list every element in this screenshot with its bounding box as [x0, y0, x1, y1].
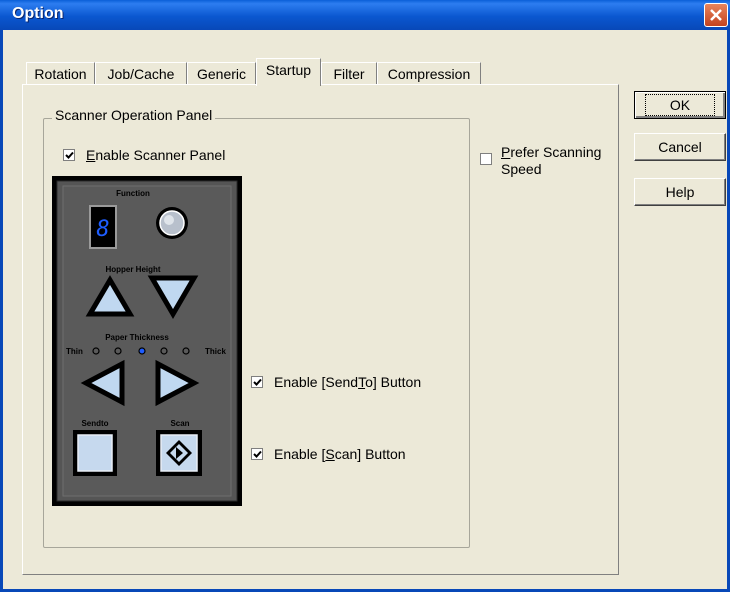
sendto-label: Sendto	[81, 419, 108, 428]
enable-scan-label[interactable]: Enable [Scan] Button	[274, 446, 406, 462]
label-accel: E	[86, 147, 96, 163]
tab-compression[interactable]: Compression	[377, 62, 481, 84]
tab-generic[interactable]: Generic	[187, 62, 256, 84]
thickness-led	[160, 347, 168, 355]
thick-label: Thick	[205, 347, 226, 356]
tab-job-cache[interactable]: Job/Cache	[95, 62, 187, 84]
title-bar[interactable]: Option	[0, 0, 730, 30]
cancel-label: Cancel	[658, 139, 702, 155]
label-text: Speed	[501, 161, 542, 177]
thickness-led	[114, 347, 122, 355]
function-label: Function	[116, 189, 150, 198]
enable-sendto-checkbox[interactable]	[251, 376, 263, 388]
checkmark-icon	[65, 151, 74, 159]
thickness-led-active	[138, 347, 146, 355]
close-x-icon	[710, 9, 722, 21]
tab-label: Generic	[196, 66, 247, 82]
scan-panel-button	[156, 430, 202, 476]
window-title: Option	[12, 5, 64, 22]
sendto-panel-button	[73, 430, 117, 476]
label-text: o] Button	[365, 374, 422, 390]
thickness-led	[92, 347, 100, 355]
window-frame-left	[0, 30, 3, 592]
group-legend: Scanner Operation Panel	[52, 107, 216, 123]
checkmark-icon	[253, 378, 262, 386]
tab-rotation[interactable]: Rotation	[26, 62, 95, 84]
enable-sendto-label[interactable]: Enable [SendTo] Button	[274, 374, 421, 390]
help-label: Help	[665, 184, 695, 200]
tab-label: Filter	[333, 66, 365, 82]
scanner-panel-illustration: Function 8 Hopper Height Paper Thickness…	[52, 176, 242, 506]
help-button[interactable]: Help	[634, 178, 726, 206]
label-text: refer Scanning	[510, 144, 602, 160]
ok-label: OK	[644, 94, 716, 116]
label-accel: S	[325, 446, 335, 462]
tab-label: Job/Cache	[107, 66, 175, 82]
tab-label: Startup	[265, 62, 312, 78]
enable-scanner-panel-checkbox[interactable]	[63, 149, 75, 161]
function-button	[156, 207, 188, 239]
ok-button[interactable]: OK	[634, 91, 726, 119]
prefer-scanning-speed-label[interactable]: Prefer Scanning Speed	[501, 144, 601, 178]
label-text: can] Button	[334, 446, 406, 462]
enable-scanner-panel-label[interactable]: Enable Scanner Panel	[86, 147, 225, 163]
checkmark-icon	[253, 450, 262, 458]
prefer-scanning-speed-checkbox[interactable]	[480, 153, 492, 165]
close-button[interactable]	[704, 3, 728, 27]
hopper-height-label: Hopper Height	[105, 265, 160, 274]
label-text: Enable [	[274, 446, 326, 462]
tab-label: Compression	[387, 66, 471, 82]
label-accel: P	[501, 144, 511, 160]
tab-startup[interactable]: Startup	[256, 58, 321, 86]
tab-label: Rotation	[34, 66, 87, 82]
cancel-button[interactable]: Cancel	[634, 133, 726, 161]
scan-label: Scan	[170, 419, 189, 428]
thin-label: Thin	[66, 347, 83, 356]
tab-filter[interactable]: Filter	[321, 62, 377, 84]
paper-thickness-label: Paper Thickness	[105, 333, 169, 342]
enable-scan-checkbox[interactable]	[251, 448, 263, 460]
option-dialog: Option Rotation Job/Cache Generic Startu…	[0, 0, 730, 592]
label-text: Enable [Send	[274, 374, 359, 390]
function-display-digit: 8	[96, 217, 109, 242]
label-text: nable Scanner Panel	[95, 147, 226, 163]
thickness-led	[182, 347, 190, 355]
